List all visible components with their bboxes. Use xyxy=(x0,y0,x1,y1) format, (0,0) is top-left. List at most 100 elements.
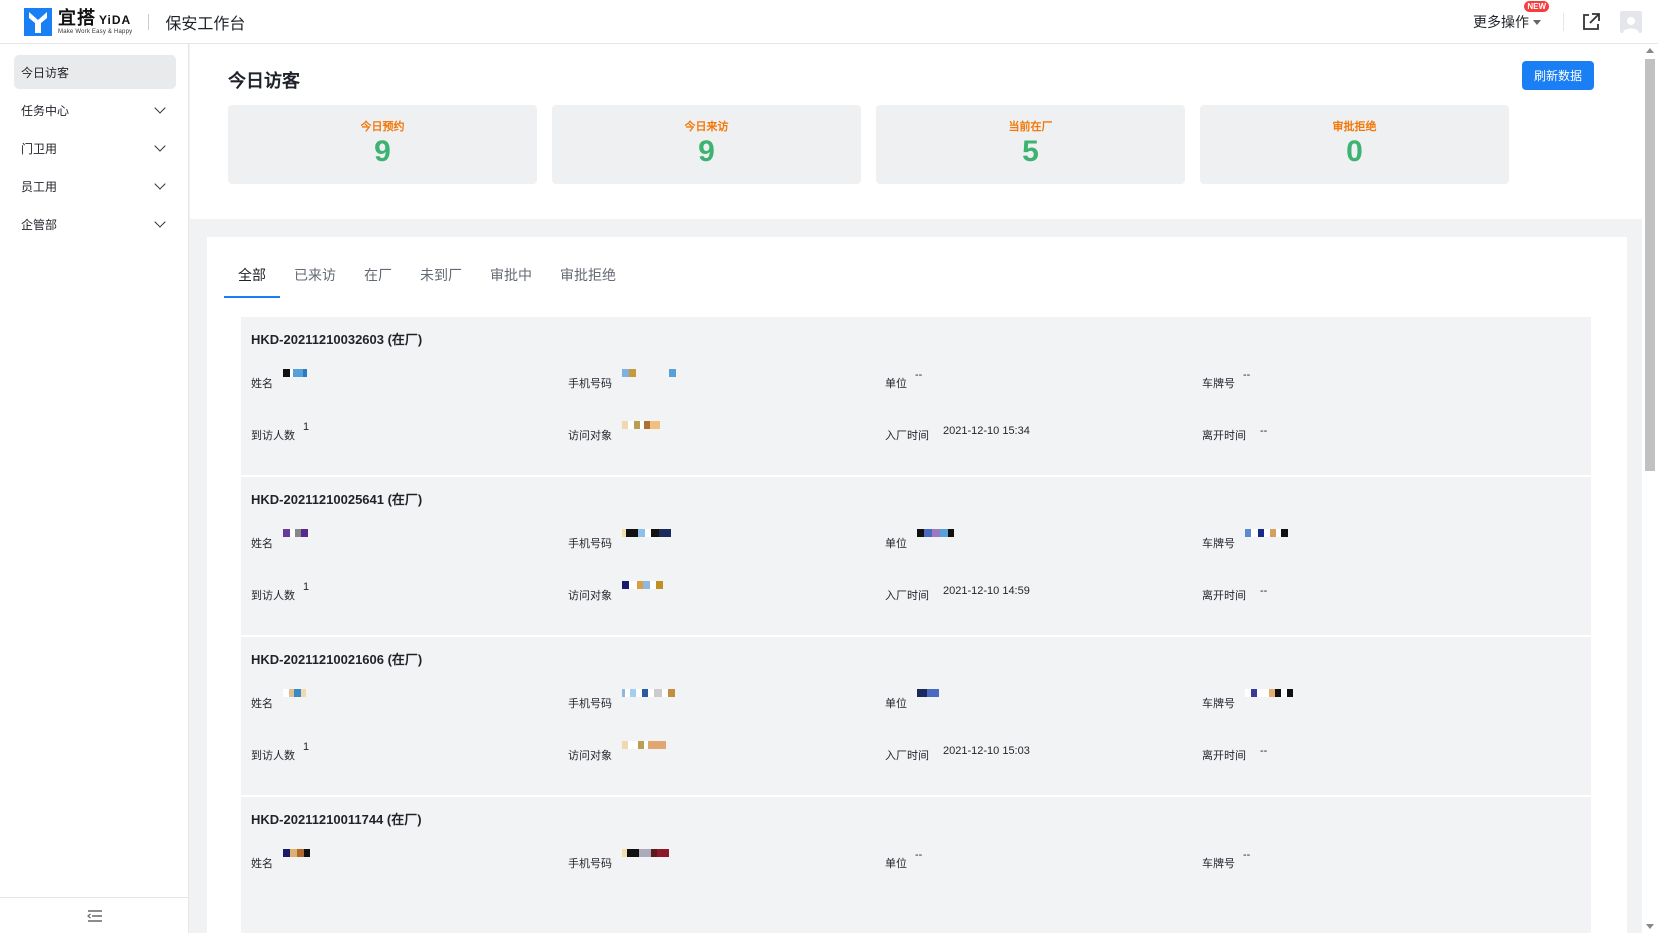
sidebar-item-label: 门卫用 xyxy=(21,141,58,156)
tab-pending-approval[interactable]: 审批中 xyxy=(490,258,532,298)
new-badge: NEW xyxy=(1524,1,1549,12)
sidebar-item-guard[interactable]: 门卫用 xyxy=(14,131,176,165)
field-label: 访问对象 xyxy=(568,590,612,602)
field-leave-time: 离开时间 -- xyxy=(1202,581,1267,603)
redacted-value xyxy=(622,689,675,697)
sidebar-item-staff[interactable]: 员工用 xyxy=(14,169,176,203)
redacted-value xyxy=(622,529,671,537)
sidebar-item-management[interactable]: 企管部 xyxy=(14,207,176,241)
field-label: 单位 xyxy=(885,698,907,710)
field-value: -- xyxy=(915,369,923,381)
field-label: 离开时间 xyxy=(1202,430,1246,442)
record-title: HKD-20211210021606 (在厂) xyxy=(251,652,423,667)
record-title: HKD-20211210011744 (在厂) xyxy=(251,812,422,827)
more-operations-menu[interactable]: 更多操作 NEW xyxy=(1473,1,1549,32)
brand-logo[interactable]: 宜搭 YiDA Make Work Easy & Happy xyxy=(24,7,133,36)
visitor-record[interactable]: HKD-20211210011744 (在厂) 姓名 手机号码 单位 -- 车牌… xyxy=(241,797,1591,933)
tab-visited[interactable]: 已来访 xyxy=(294,258,336,298)
brand-name-cn: 宜搭 xyxy=(58,7,96,28)
field-value: 2021-12-10 14:59 xyxy=(943,585,1030,597)
vertical-scrollbar[interactable] xyxy=(1642,44,1658,933)
field-value: -- xyxy=(1260,745,1268,757)
visitor-list-panel: 全部 已来访 在厂 未到厂 审批中 审批拒绝 HKD-2021121003260… xyxy=(207,237,1627,933)
field-value: 2021-12-10 15:03 xyxy=(943,745,1030,757)
tab-all[interactable]: 全部 xyxy=(224,258,280,298)
field-label: 手机号码 xyxy=(568,378,612,390)
field-plate: 车牌号 xyxy=(1202,529,1288,551)
field-label: 手机号码 xyxy=(568,538,612,550)
field-label: 车牌号 xyxy=(1202,858,1235,870)
field-company: 单位 -- xyxy=(885,849,922,871)
field-visitor-count: 到访人数 1 xyxy=(251,581,309,603)
field-leave-time: 离开时间 -- xyxy=(1202,421,1267,443)
stat-value: 9 xyxy=(374,135,391,168)
field-label: 手机号码 xyxy=(568,698,612,710)
field-value: -- xyxy=(915,849,923,861)
collapse-menu-icon[interactable] xyxy=(86,909,103,923)
external-link-icon[interactable] xyxy=(1580,11,1602,33)
field-phone: 手机号码 xyxy=(568,689,675,711)
redacted-value xyxy=(917,689,939,697)
redacted-value xyxy=(622,581,663,589)
sidebar-item-task-center[interactable]: 任务中心 xyxy=(14,93,176,127)
field-company: 单位 xyxy=(885,689,939,711)
field-phone: 手机号码 xyxy=(568,529,671,551)
redacted-value xyxy=(622,369,676,377)
caret-down-icon xyxy=(1533,19,1541,25)
field-label: 到访人数 xyxy=(251,430,295,442)
field-visitor-count: 到访人数 1 xyxy=(251,741,309,763)
user-silhouette-icon xyxy=(1623,17,1639,33)
yida-logo-icon xyxy=(24,7,52,36)
field-label: 车牌号 xyxy=(1202,378,1235,390)
stat-card-rejected: 审批拒绝 0 xyxy=(1200,105,1509,184)
stat-label: 审批拒绝 xyxy=(1332,121,1377,133)
redacted-value xyxy=(283,849,310,857)
field-phone: 手机号码 xyxy=(568,369,676,391)
redacted-value xyxy=(283,689,306,697)
redacted-value xyxy=(622,421,660,429)
scrollbar-thumb[interactable] xyxy=(1645,59,1655,471)
field-value: 2021-12-10 15:34 xyxy=(943,425,1030,437)
tab-onsite[interactable]: 在厂 xyxy=(364,258,392,298)
sidebar-item-label: 企管部 xyxy=(21,217,58,232)
user-avatar-icon[interactable] xyxy=(1620,11,1642,33)
visitor-record[interactable]: HKD-20211210021606 (在厂) 姓名 手机号码 单位 车牌号 到… xyxy=(241,637,1591,795)
field-company: 单位 xyxy=(885,529,954,551)
chevron-down-icon xyxy=(154,102,166,114)
field-plate: 车牌号 xyxy=(1202,689,1293,711)
tab-rejected[interactable]: 审批拒绝 xyxy=(560,258,616,298)
stat-card-currently-onsite: 当前在厂 5 xyxy=(876,105,1185,184)
field-label: 手机号码 xyxy=(568,858,612,870)
redacted-value xyxy=(1245,689,1293,697)
field-label: 车牌号 xyxy=(1202,698,1235,710)
chevron-down-icon xyxy=(154,140,166,152)
stat-value: 9 xyxy=(698,135,715,168)
record-title: HKD-20211210025641 (在厂) xyxy=(251,492,423,507)
field-name: 姓名 xyxy=(251,849,310,871)
field-visitor-count: 到访人数 1 xyxy=(251,421,309,443)
field-entry-time: 入厂时间 2021-12-10 15:34 xyxy=(885,421,1030,443)
field-label: 姓名 xyxy=(251,858,273,870)
sidebar-item-today-visitors[interactable]: 今日访客 xyxy=(14,55,176,89)
field-value: 1 xyxy=(303,581,310,593)
field-label: 到访人数 xyxy=(251,590,295,602)
field-name: 姓名 xyxy=(251,369,307,391)
scroll-up-arrow-icon[interactable] xyxy=(1646,48,1654,53)
more-operations-label: 更多操作 xyxy=(1473,14,1529,30)
field-label: 姓名 xyxy=(251,378,273,390)
redacted-value xyxy=(622,849,669,857)
brand-slogan: Make Work Easy & Happy xyxy=(58,28,133,35)
field-label: 到访人数 xyxy=(251,750,295,762)
scroll-down-arrow-icon[interactable] xyxy=(1646,924,1654,929)
stat-value: 0 xyxy=(1346,135,1363,168)
visitor-record[interactable]: HKD-20211210032603 (在厂) 姓名 手机号码 单位 -- 车牌… xyxy=(241,317,1591,475)
field-value: -- xyxy=(1260,425,1268,437)
stat-label: 今日来访 xyxy=(684,121,729,133)
field-phone: 手机号码 xyxy=(568,849,669,871)
visitor-record[interactable]: HKD-20211210025641 (在厂) 姓名 手机号码 单位 车牌号 到… xyxy=(241,477,1591,635)
field-visitee: 访问对象 xyxy=(568,581,663,603)
stat-card-today-visits: 今日来访 9 xyxy=(552,105,861,184)
tab-not-arrived[interactable]: 未到厂 xyxy=(420,258,462,298)
refresh-data-button[interactable]: 刷新数据 xyxy=(1522,61,1594,90)
field-value: -- xyxy=(1243,849,1251,861)
